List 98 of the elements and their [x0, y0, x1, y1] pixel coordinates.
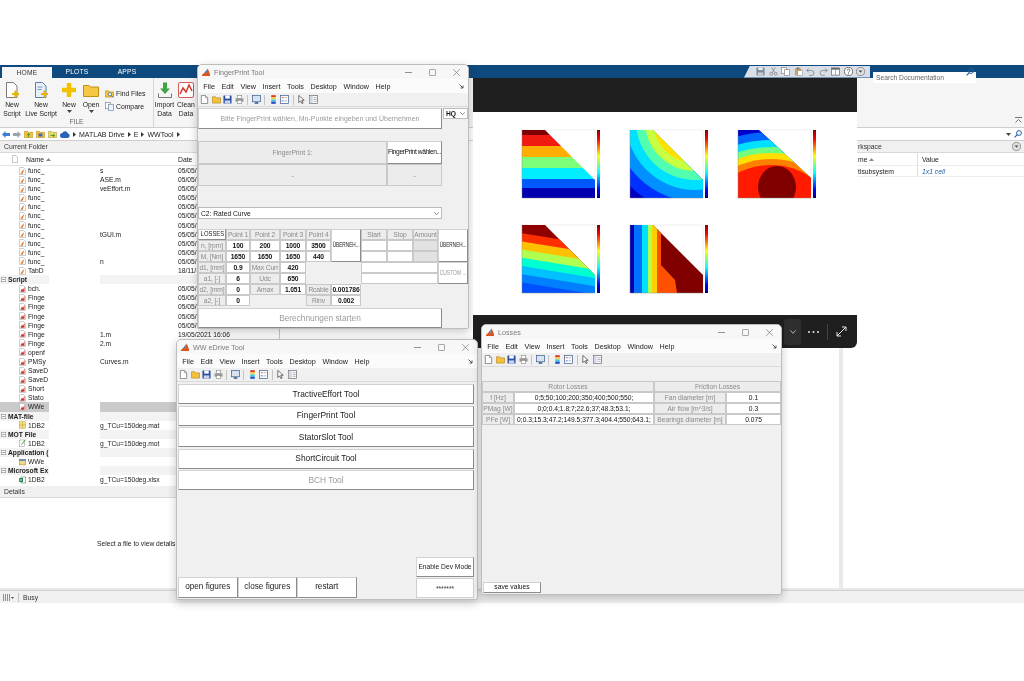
download-arrow-icon — [156, 82, 173, 98]
new-file-icon[interactable] — [200, 95, 209, 104]
maximize-icon — [437, 343, 445, 351]
folder-up-icon[interactable] — [24, 130, 33, 138]
input-field[interactable] — [361, 262, 438, 273]
screen-icon[interactable] — [535, 355, 545, 364]
figure-button[interactable]: open figures — [178, 577, 238, 598]
grid-icon — [19, 421, 26, 430]
minimize-icon — [404, 71, 412, 73]
colorbar-icon[interactable] — [247, 370, 257, 379]
search-icon[interactable] — [1014, 130, 1022, 138]
caret-circle-icon[interactable] — [856, 67, 865, 76]
close-icon — [452, 68, 460, 76]
legend-icon[interactable] — [259, 370, 268, 379]
chevron-right-icon — [127, 131, 131, 137]
cloud-icon[interactable] — [60, 130, 70, 138]
input-field[interactable] — [361, 273, 438, 284]
input-field[interactable] — [361, 240, 387, 251]
dock-arrow-icon[interactable] — [468, 358, 473, 364]
colorbar-icon[interactable] — [552, 355, 562, 364]
spreadsheet-icon — [19, 475, 26, 484]
help-icon[interactable] — [843, 67, 853, 76]
tool-button[interactable]: FingerPrint Tool — [178, 405, 474, 426]
pointer-icon[interactable] — [297, 95, 306, 104]
panel-icon[interactable] — [287, 370, 297, 379]
close-icon — [461, 343, 469, 351]
caret-icon — [88, 109, 94, 113]
undo-icon[interactable] — [806, 67, 815, 76]
minus-box-icon[interactable] — [1, 431, 6, 437]
blank-page-icon — [12, 155, 18, 163]
dock-arrow-icon[interactable] — [459, 83, 464, 89]
tool-button[interactable]: ShortCircuit Tool — [178, 448, 474, 469]
chevron-right-icon — [73, 131, 76, 137]
redo-icon[interactable] — [818, 67, 828, 76]
notepad-icon — [19, 439, 26, 448]
page-plus-icon — [33, 82, 49, 98]
peak-logo-icon — [486, 328, 494, 336]
minus-box-icon[interactable] — [1, 413, 6, 419]
chevron-right-icon — [176, 131, 180, 137]
plus-icon — [61, 82, 77, 98]
pointer-icon[interactable] — [276, 370, 285, 379]
sort-up-icon — [869, 157, 875, 161]
minus-box-icon[interactable] — [1, 277, 6, 283]
folder-icon[interactable] — [36, 130, 45, 138]
page-plus-icon — [4, 82, 20, 98]
input-field[interactable] — [361, 251, 387, 262]
folder-search-icon — [105, 88, 114, 98]
expand-icon[interactable] — [836, 326, 847, 337]
minimize-icon — [717, 331, 725, 333]
clipboard-icon[interactable] — [793, 67, 803, 76]
chevron-down-icon — [789, 329, 796, 334]
more-icon[interactable] — [808, 330, 819, 333]
peak-logo-icon — [181, 343, 189, 351]
sort-up-icon — [46, 157, 52, 161]
close-icon — [765, 328, 773, 336]
dock-arrow-icon[interactable] — [772, 343, 777, 349]
minus-box-icon[interactable] — [1, 449, 6, 455]
panel-icon[interactable] — [592, 355, 602, 364]
collapse-icon[interactable] — [1015, 117, 1022, 123]
new-file-icon[interactable] — [179, 370, 188, 379]
panel-icon[interactable] — [308, 95, 318, 104]
maximize-icon — [428, 68, 436, 76]
line-chart-icon — [178, 82, 194, 98]
window-icon — [19, 457, 26, 466]
minus-box-icon[interactable] — [1, 468, 6, 474]
screen-icon[interactable] — [251, 95, 261, 104]
new-file-icon[interactable] — [484, 355, 493, 364]
input-field[interactable] — [387, 251, 413, 262]
scissors-icon[interactable] — [768, 67, 778, 76]
forward-arrow-icon[interactable] — [13, 130, 21, 138]
back-arrow-icon[interactable] — [2, 130, 10, 138]
caret-circle-icon[interactable] — [1012, 142, 1021, 151]
folder-arrow-icon[interactable] — [48, 130, 57, 138]
copy-icon[interactable] — [781, 67, 790, 76]
legend-icon[interactable] — [564, 355, 573, 364]
chevron-down-icon — [460, 112, 465, 115]
screen-icon[interactable] — [230, 370, 240, 379]
figure-button[interactable]: close figures — [237, 577, 297, 598]
peak-logo-icon — [202, 68, 210, 76]
pointer-icon[interactable] — [581, 355, 590, 364]
tool-button[interactable]: StatorSlot Tool — [178, 427, 474, 447]
input-field[interactable] — [387, 240, 413, 251]
bars-icon — [3, 593, 14, 601]
maximize-icon — [741, 328, 749, 336]
tool-button[interactable]: TractiveEffort Tool — [178, 384, 474, 404]
colorbar-icon[interactable] — [268, 95, 278, 104]
chevron-down-icon — [434, 211, 439, 215]
minimize-icon — [413, 346, 421, 348]
search-icon[interactable] — [966, 67, 974, 76]
caret-icon — [66, 109, 72, 113]
chevron-right-icon — [141, 131, 145, 137]
figure-button[interactable]: restart — [297, 577, 357, 598]
dropdown-button[interactable] — [784, 318, 801, 345]
windows-icon[interactable] — [831, 67, 840, 76]
caret-icon — [1006, 132, 1011, 136]
folder-icon — [83, 82, 99, 98]
pages-icon — [105, 101, 114, 111]
legend-icon[interactable] — [280, 95, 289, 104]
